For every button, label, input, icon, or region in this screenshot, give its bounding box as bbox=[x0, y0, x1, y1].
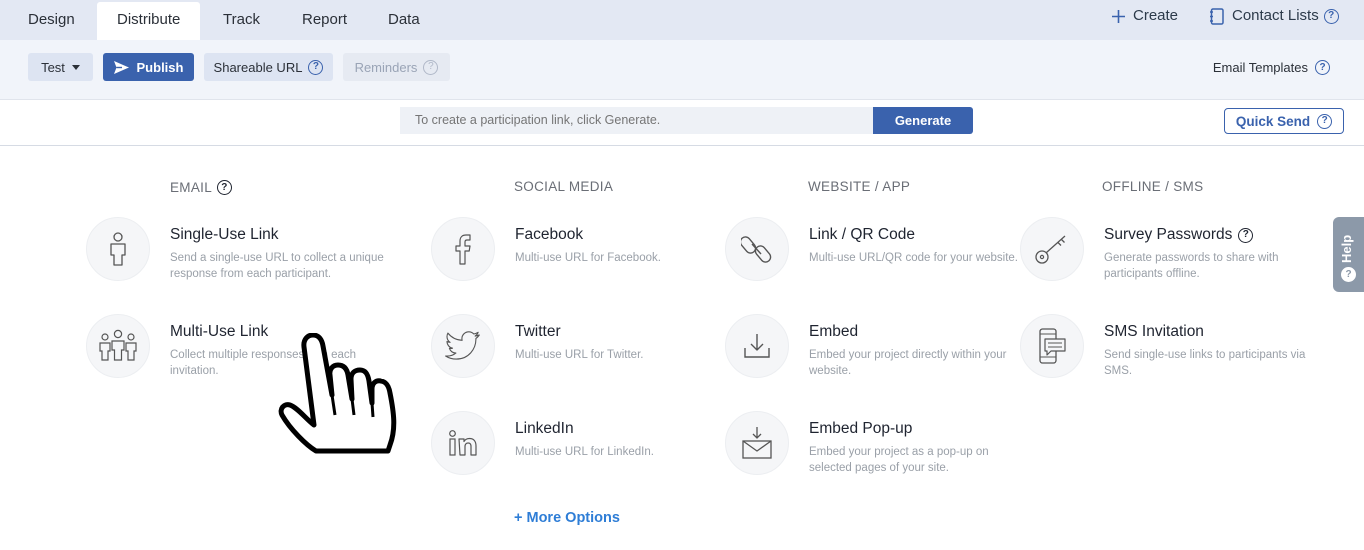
embed-option[interactable]: Embed Embed your project directly within… bbox=[725, 314, 1025, 384]
publish-label: Publish bbox=[136, 59, 184, 75]
link-icon bbox=[725, 217, 789, 281]
option-title: Embed bbox=[809, 323, 859, 340]
option-title: SMS Invitation bbox=[1104, 323, 1204, 340]
download-icon bbox=[725, 314, 789, 378]
option-title: Twitter bbox=[515, 323, 561, 340]
tab-distribute[interactable]: Distribute bbox=[97, 2, 201, 40]
participation-link-row: Generate Quick Send ? bbox=[0, 100, 1364, 146]
key-icon bbox=[1020, 217, 1084, 281]
contact-lists-button[interactable]: Contact Lists ? bbox=[1210, 0, 1339, 32]
single-use-link-option[interactable]: Single-Use Link Send a single-use URL to… bbox=[86, 217, 386, 287]
embed-popup-option[interactable]: Embed Pop-up Embed your project as a pop… bbox=[725, 411, 1025, 481]
help-tab-label: Help bbox=[1339, 234, 1354, 263]
email-templates-link[interactable]: Email Templates ? bbox=[1213, 60, 1330, 75]
option-title: Multi-Use Link bbox=[170, 323, 269, 340]
tab-design[interactable]: Design bbox=[8, 2, 95, 40]
option-title: LinkedIn bbox=[515, 420, 574, 437]
participation-link-input[interactable] bbox=[400, 107, 873, 134]
facebook-icon bbox=[431, 217, 495, 281]
send-icon bbox=[113, 60, 129, 74]
survey-passwords-option[interactable]: Survey Passwords ? Generate passwords to… bbox=[1020, 217, 1320, 287]
twitter-icon bbox=[431, 314, 495, 378]
website-app-heading: WEBSITE / APP bbox=[808, 179, 911, 194]
help-circle-icon[interactable]: ? bbox=[1315, 60, 1330, 75]
reminders-button[interactable]: Reminders ? bbox=[343, 53, 450, 81]
option-description: Generate passwords to share with partici… bbox=[1104, 252, 1279, 280]
more-options-link[interactable]: + More Options bbox=[514, 510, 620, 526]
linkedin-option[interactable]: LinkedIn Multi-use URL for LinkedIn. bbox=[431, 411, 731, 481]
tab-report[interactable]: Report bbox=[282, 2, 367, 40]
option-description: Send a single-use URL to collect a uniqu… bbox=[170, 252, 384, 280]
help-circle-icon[interactable]: ? bbox=[1323, 8, 1339, 24]
help-circle-icon: ? bbox=[423, 59, 439, 75]
tab-data[interactable]: Data bbox=[368, 2, 440, 40]
help-circle-icon: ? bbox=[1317, 113, 1333, 129]
shareable-url-label: Shareable URL bbox=[213, 59, 303, 75]
address-book-icon bbox=[1210, 7, 1224, 25]
option-description: Multi-use URL for Facebook. bbox=[515, 252, 661, 264]
facebook-option[interactable]: Facebook Multi-use URL for Facebook. bbox=[431, 217, 731, 287]
option-title: Embed Pop-up bbox=[809, 420, 913, 437]
create-label: Create bbox=[1133, 7, 1179, 24]
phone-sms-icon bbox=[1020, 314, 1084, 378]
group-icon bbox=[86, 314, 150, 378]
option-title: Survey Passwords ? bbox=[1104, 226, 1254, 244]
quick-send-button[interactable]: Quick Send ? bbox=[1224, 108, 1344, 134]
option-description: Send single-use links to participants vi… bbox=[1104, 349, 1306, 377]
test-dropdown[interactable]: Test bbox=[28, 53, 93, 81]
help-circle-icon[interactable]: ? bbox=[1238, 227, 1254, 243]
help-circle-icon: ? bbox=[1341, 267, 1356, 282]
option-description: Embed your project as a pop-up on select… bbox=[809, 446, 989, 474]
linkedin-icon bbox=[431, 411, 495, 475]
generate-button[interactable]: Generate bbox=[873, 107, 973, 134]
shareable-url-button[interactable]: Shareable URL ? bbox=[204, 53, 333, 81]
option-title: Link / QR Code bbox=[809, 226, 915, 243]
person-icon bbox=[86, 217, 150, 281]
reminders-label: Reminders bbox=[354, 59, 418, 75]
publish-button[interactable]: Publish bbox=[103, 53, 194, 81]
option-title: Facebook bbox=[515, 226, 584, 243]
offline-sms-heading: OFFLINE / SMS bbox=[1102, 179, 1204, 194]
create-button[interactable]: Create bbox=[1112, 0, 1178, 32]
help-tab[interactable]: Help ? bbox=[1333, 217, 1364, 292]
hand-cursor-icon bbox=[278, 333, 397, 454]
sms-invitation-option[interactable]: SMS Invitation Send single-use links to … bbox=[1020, 314, 1320, 384]
help-circle-icon[interactable]: ? bbox=[217, 180, 233, 195]
tab-track[interactable]: Track bbox=[203, 2, 280, 40]
option-description: Embed your project directly within your … bbox=[809, 349, 1007, 377]
help-circle-icon: ? bbox=[308, 59, 324, 75]
option-description: Multi-use URL for LinkedIn. bbox=[515, 446, 654, 458]
envelope-download-icon bbox=[725, 411, 789, 475]
top-tab-bar: Design Distribute Track Report Data Crea… bbox=[0, 0, 1364, 40]
caret-down-icon bbox=[71, 64, 80, 70]
social-media-heading: SOCIAL MEDIA bbox=[514, 179, 614, 194]
option-description: Multi-use URL for Twitter. bbox=[515, 349, 644, 361]
distribute-toolbar: Test Publish Shareable URL ? Reminders ? bbox=[0, 40, 1364, 100]
test-label: Test bbox=[41, 59, 65, 75]
email-templates-label: Email Templates bbox=[1212, 60, 1308, 75]
email-heading: EMAIL ? bbox=[170, 180, 233, 195]
link-qr-code-option[interactable]: Link / QR Code Multi-use URL/QR code for… bbox=[725, 217, 1025, 287]
plus-icon bbox=[1112, 9, 1125, 23]
contact-lists-label: Contact Lists bbox=[1232, 7, 1319, 24]
option-description: Multi-use URL/QR code for your website. bbox=[809, 252, 1018, 264]
option-title: Single-Use Link bbox=[170, 226, 279, 243]
quick-send-label: Quick Send bbox=[1235, 113, 1311, 129]
twitter-option[interactable]: Twitter Multi-use URL for Twitter. bbox=[431, 314, 731, 384]
